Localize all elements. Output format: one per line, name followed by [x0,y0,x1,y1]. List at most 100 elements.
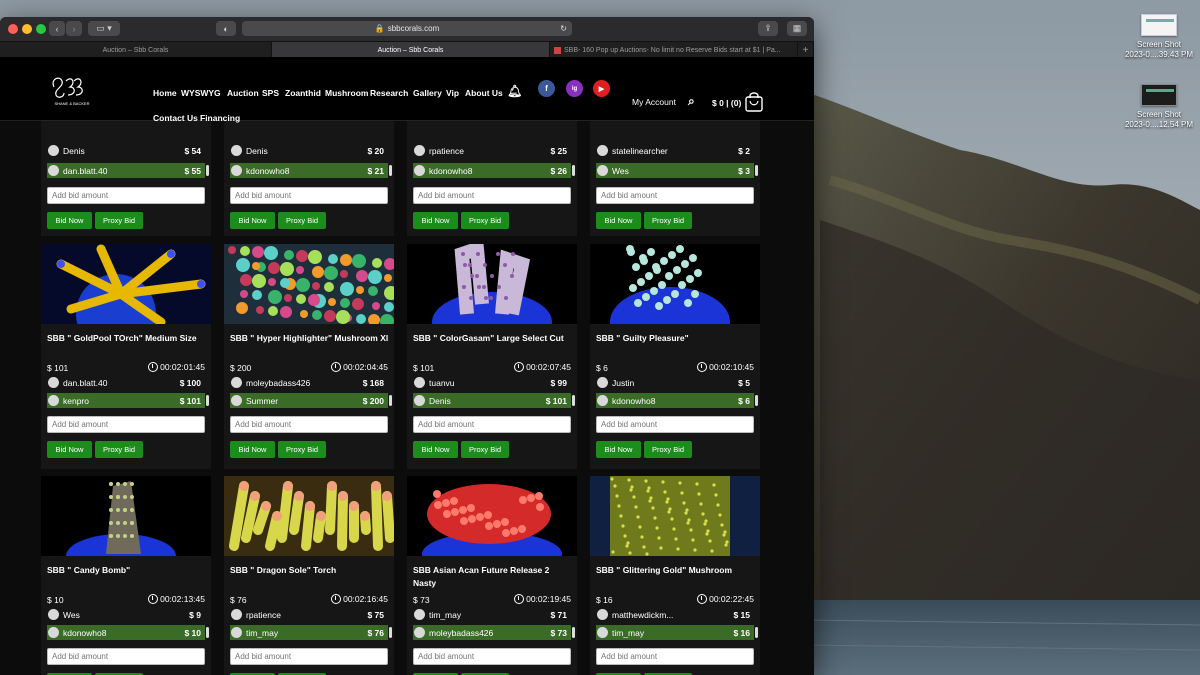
coral-image[interactable] [224,476,394,556]
bid-now-button[interactable]: Bid Now [596,212,641,229]
bid-amount-input[interactable] [413,187,571,204]
coral-image[interactable] [407,476,577,556]
bid-amount-input[interactable] [47,416,205,433]
bid-amount-input[interactable] [230,416,388,433]
bid-amount-input[interactable] [413,648,571,665]
bid-now-button[interactable]: Bid Now [413,441,458,458]
bidder-name: kdonowho8 [612,395,656,406]
item-title[interactable]: SBB " GoldPool TOrch" Medium Size [47,332,207,345]
desktop-file-icon[interactable]: Screen Shot 2023-0....12.54 PM [1119,84,1199,130]
proxy-bid-button[interactable]: Proxy Bid [461,212,509,229]
scrollbar[interactable] [572,627,575,638]
share-icon[interactable]: ⇪ [758,21,778,36]
bid-now-button[interactable]: Bid Now [230,441,275,458]
search-icon[interactable]: ⌕ [688,94,695,109]
bid-amount-input[interactable] [230,187,388,204]
coral-image[interactable] [41,244,211,324]
current-price: $ 73 [413,595,430,605]
tab-pop-up-auctions[interactable]: SBB- 160 Pop up Auctions- No limit no Re… [550,42,798,58]
minimize-window-button[interactable] [22,24,32,34]
bid-now-button[interactable]: Bid Now [413,212,458,229]
desktop-file-icon[interactable]: Screen Shot 2023-0....39.43 PM [1119,14,1199,60]
scrollbar[interactable] [755,627,758,638]
youtube-icon[interactable]: ▶ [593,80,610,97]
nav-financing[interactable]: Financing [200,113,240,123]
forward-button[interactable]: › [66,21,82,36]
scrollbar[interactable] [755,165,758,176]
bid-amount-input[interactable] [47,648,205,665]
address-bar[interactable]: 🔒 sbbcorals.com ↻ [242,21,572,36]
nav-auction[interactable]: Auction [227,88,259,98]
bid-amount-input[interactable] [596,187,754,204]
scrollbar[interactable] [389,395,392,406]
coral-image[interactable] [590,244,760,324]
scrollbar[interactable] [389,165,392,176]
new-tab-button[interactable]: + [798,42,814,58]
item-title[interactable]: SBB " Guilty Pleasure" [596,332,756,345]
bid-now-button[interactable]: Bid Now [596,441,641,458]
nav-wyswyg[interactable]: WYSWYG [181,88,221,98]
close-window-button[interactable] [8,24,18,34]
avatar [48,627,59,638]
scrollbar[interactable] [572,395,575,406]
nav-zoanthid[interactable]: Zoanthid [285,88,321,98]
item-title[interactable]: SBB " Hyper Highlighter" Mushroom Xl [230,332,390,345]
item-title[interactable]: SBB " Glittering Gold" Mushroom [596,564,756,577]
facebook-icon[interactable]: f [538,80,555,97]
item-title[interactable]: SBB " Candy Bomb" [47,564,207,577]
privacy-shield-icon[interactable]: ◐ [216,21,236,36]
nav-gallery[interactable]: Gallery [413,88,442,98]
my-account-link[interactable]: My Account [632,97,676,107]
proxy-bid-button[interactable]: Proxy Bid [644,441,692,458]
clock-icon [514,594,525,604]
proxy-bid-button[interactable]: Proxy Bid [644,212,692,229]
scrollbar[interactable] [206,395,209,406]
proxy-bid-button[interactable]: Proxy Bid [95,212,143,229]
current-price: $ 16 [596,595,613,605]
bell-icon[interactable]: 🔔︎ [507,84,522,98]
scrollbar[interactable] [572,165,575,176]
coral-image[interactable] [407,244,577,324]
instagram-icon[interactable]: ig [566,80,583,97]
cart-total[interactable]: $ 0 | (0) [712,98,741,108]
item-title[interactable]: SBB " Dragon Sole" Torch [230,564,390,577]
proxy-bid-button[interactable]: Proxy Bid [95,441,143,458]
coral-image[interactable] [41,476,211,556]
reload-icon[interactable]: ↻ [560,24,567,33]
nav-sps[interactable]: SPS [262,88,279,98]
sbb-logo[interactable]: SHANE & BACKER [46,69,98,109]
timer-text: 00:02:01:45 [160,362,205,372]
bid-amount-input[interactable] [596,416,754,433]
scrollbar[interactable] [389,627,392,638]
proxy-bid-button[interactable]: Proxy Bid [278,212,326,229]
tab-auction-active[interactable]: Auction – Sbb Corals [272,42,550,58]
nav-research[interactable]: Research [370,88,408,98]
bid-amount-input[interactable] [230,648,388,665]
coral-image[interactable] [590,476,760,556]
bid-amount-input[interactable] [413,416,571,433]
cart-bag-icon[interactable] [744,91,764,113]
item-title[interactable]: SBB Asian Acan Future Release 2 Nasty [413,564,573,589]
scrollbar[interactable] [755,395,758,406]
scrollbar[interactable] [206,627,209,638]
proxy-bid-button[interactable]: Proxy Bid [461,441,509,458]
bid-now-button[interactable]: Bid Now [230,212,275,229]
nav-about-us[interactable]: About Us [465,88,503,98]
bid-now-button[interactable]: Bid Now [47,212,92,229]
nav-vip[interactable]: Vip [446,88,459,98]
bid-amount-input[interactable] [47,187,205,204]
sidebar-toggle-icon[interactable]: ▭ ▾ [88,21,120,36]
item-title[interactable]: SBB " ColorGasam" Large Select Cut [413,332,573,345]
proxy-bid-button[interactable]: Proxy Bid [278,441,326,458]
nav-mushroom[interactable]: Mushroom [325,88,368,98]
coral-image[interactable] [224,244,394,324]
bid-now-button[interactable]: Bid Now [47,441,92,458]
tab-overview-icon[interactable]: ▦ [787,21,807,36]
bid-amount-input[interactable] [596,648,754,665]
tab-auction[interactable]: Auction – Sbb Corals [0,42,272,58]
scrollbar[interactable] [206,165,209,176]
nav-contact-us[interactable]: Contact Us [153,113,198,123]
nav-home[interactable]: Home [153,88,177,98]
zoom-window-button[interactable] [36,24,46,34]
back-button[interactable]: ‹ [49,21,65,36]
